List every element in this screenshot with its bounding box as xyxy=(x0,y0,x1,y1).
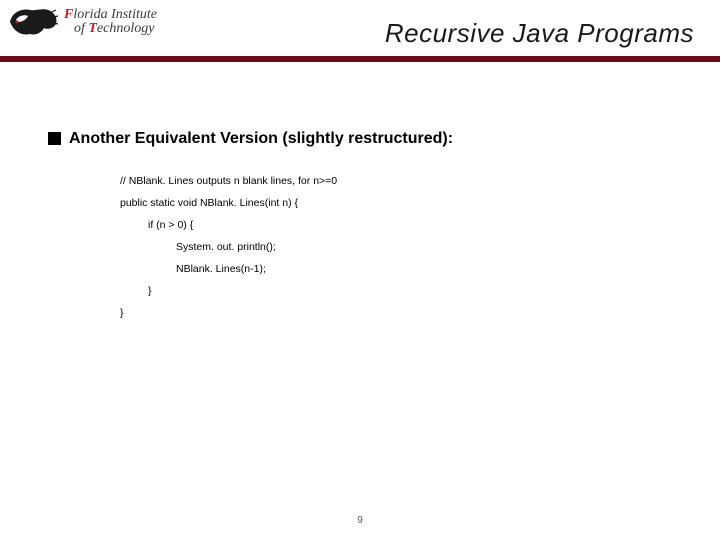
code-block: // NBlank. Lines outputs n blank lines, … xyxy=(120,170,680,324)
header-divider xyxy=(0,56,720,62)
code-line: System. out. println(); xyxy=(120,236,680,258)
logo-text-t: T xyxy=(88,21,97,36)
logo-text-line2: echnology xyxy=(97,21,155,36)
logo-text-line1: lorida Institute xyxy=(73,7,157,22)
panther-icon xyxy=(8,4,60,40)
bullet-text: Another Equivalent Version (slightly res… xyxy=(69,130,453,148)
bullet-item: Another Equivalent Version (slightly res… xyxy=(48,130,680,148)
logo-text-of: of xyxy=(74,21,88,36)
institution-logo: Florida Institute of Technology xyxy=(8,4,157,40)
slide-content: Another Equivalent Version (slightly res… xyxy=(48,130,680,324)
code-line: // NBlank. Lines outputs n blank lines, … xyxy=(120,170,680,192)
institution-name: Florida Institute of Technology xyxy=(64,8,157,36)
slide-title: Recursive Java Programs xyxy=(385,18,694,49)
page-number: 9 xyxy=(0,515,720,526)
code-line: NBlank. Lines(n-1); xyxy=(120,258,680,280)
code-line: if (n > 0) { xyxy=(120,214,680,236)
bullet-square-icon xyxy=(48,132,61,145)
slide-header: Florida Institute of Technology Recursiv… xyxy=(0,0,720,88)
code-line: } xyxy=(120,302,680,324)
logo-text-f: F xyxy=(64,7,73,22)
code-line: } xyxy=(120,280,680,302)
code-line: public static void NBlank. Lines(int n) … xyxy=(120,192,680,214)
